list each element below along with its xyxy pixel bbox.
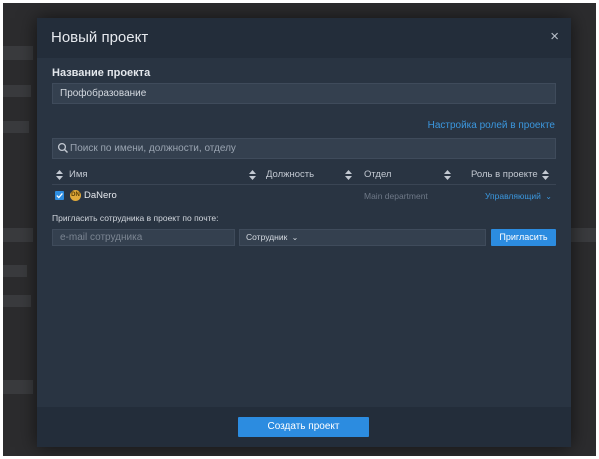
member-search-input[interactable]	[70, 139, 550, 158]
member-role-dropdown[interactable]: Управляющий ⌄	[485, 191, 552, 201]
table-divider	[52, 184, 556, 185]
background-fragment	[3, 295, 31, 307]
invite-button[interactable]: Пригласить	[491, 229, 556, 246]
invite-role-value: Сотрудник	[246, 232, 288, 242]
sort-icon[interactable]	[345, 170, 352, 180]
sort-icon[interactable]	[542, 170, 549, 180]
invite-email-input[interactable]	[52, 229, 235, 246]
close-icon[interactable]: ×	[550, 28, 559, 45]
background-fragment	[3, 228, 33, 242]
app-background: Новый проект × Название проекта Настройк…	[3, 3, 596, 456]
dialog-header: Новый проект ×	[37, 18, 571, 58]
project-name-input[interactable]	[52, 83, 556, 104]
background-fragment	[3, 265, 27, 277]
sort-icon[interactable]	[56, 170, 63, 180]
background-fragment	[3, 46, 33, 60]
background-fragment	[3, 380, 33, 394]
create-project-button[interactable]: Создать проект	[238, 417, 369, 437]
chevron-down-icon: ⌄	[291, 233, 299, 242]
column-header-department[interactable]: Отдел	[364, 169, 391, 180]
background-fragment	[3, 121, 29, 133]
new-project-dialog: Новый проект × Название проекта Настройк…	[37, 18, 571, 447]
project-roles-settings-link[interactable]: Настройка ролей в проекте	[428, 120, 555, 131]
background-fragment	[568, 228, 596, 242]
dialog-title: Новый проект	[51, 29, 149, 46]
invite-by-email-label: Пригласить сотрудника в проект по почте:	[52, 213, 219, 223]
invite-role-select[interactable]: Сотрудник ⌄	[239, 229, 486, 246]
search-icon	[57, 142, 68, 153]
chevron-down-icon: ⌄	[545, 192, 552, 201]
column-header-role[interactable]: Роль в проекте	[471, 169, 538, 180]
column-header-position[interactable]: Должность	[266, 169, 314, 180]
avatar: DN	[70, 190, 81, 201]
sort-icon[interactable]	[444, 170, 451, 180]
member-role-value: Управляющий	[485, 191, 541, 201]
member-department: Main department	[364, 191, 428, 201]
project-name-label: Название проекта	[52, 67, 151, 79]
member-name: DaNero	[84, 190, 117, 201]
checkbox-checked-icon[interactable]	[55, 191, 64, 200]
column-header-name[interactable]: Имя	[69, 169, 88, 180]
background-fragment	[3, 85, 31, 97]
dialog-footer: Создать проект	[37, 407, 571, 447]
sort-icon[interactable]	[249, 170, 256, 180]
member-search-box[interactable]	[52, 138, 556, 159]
